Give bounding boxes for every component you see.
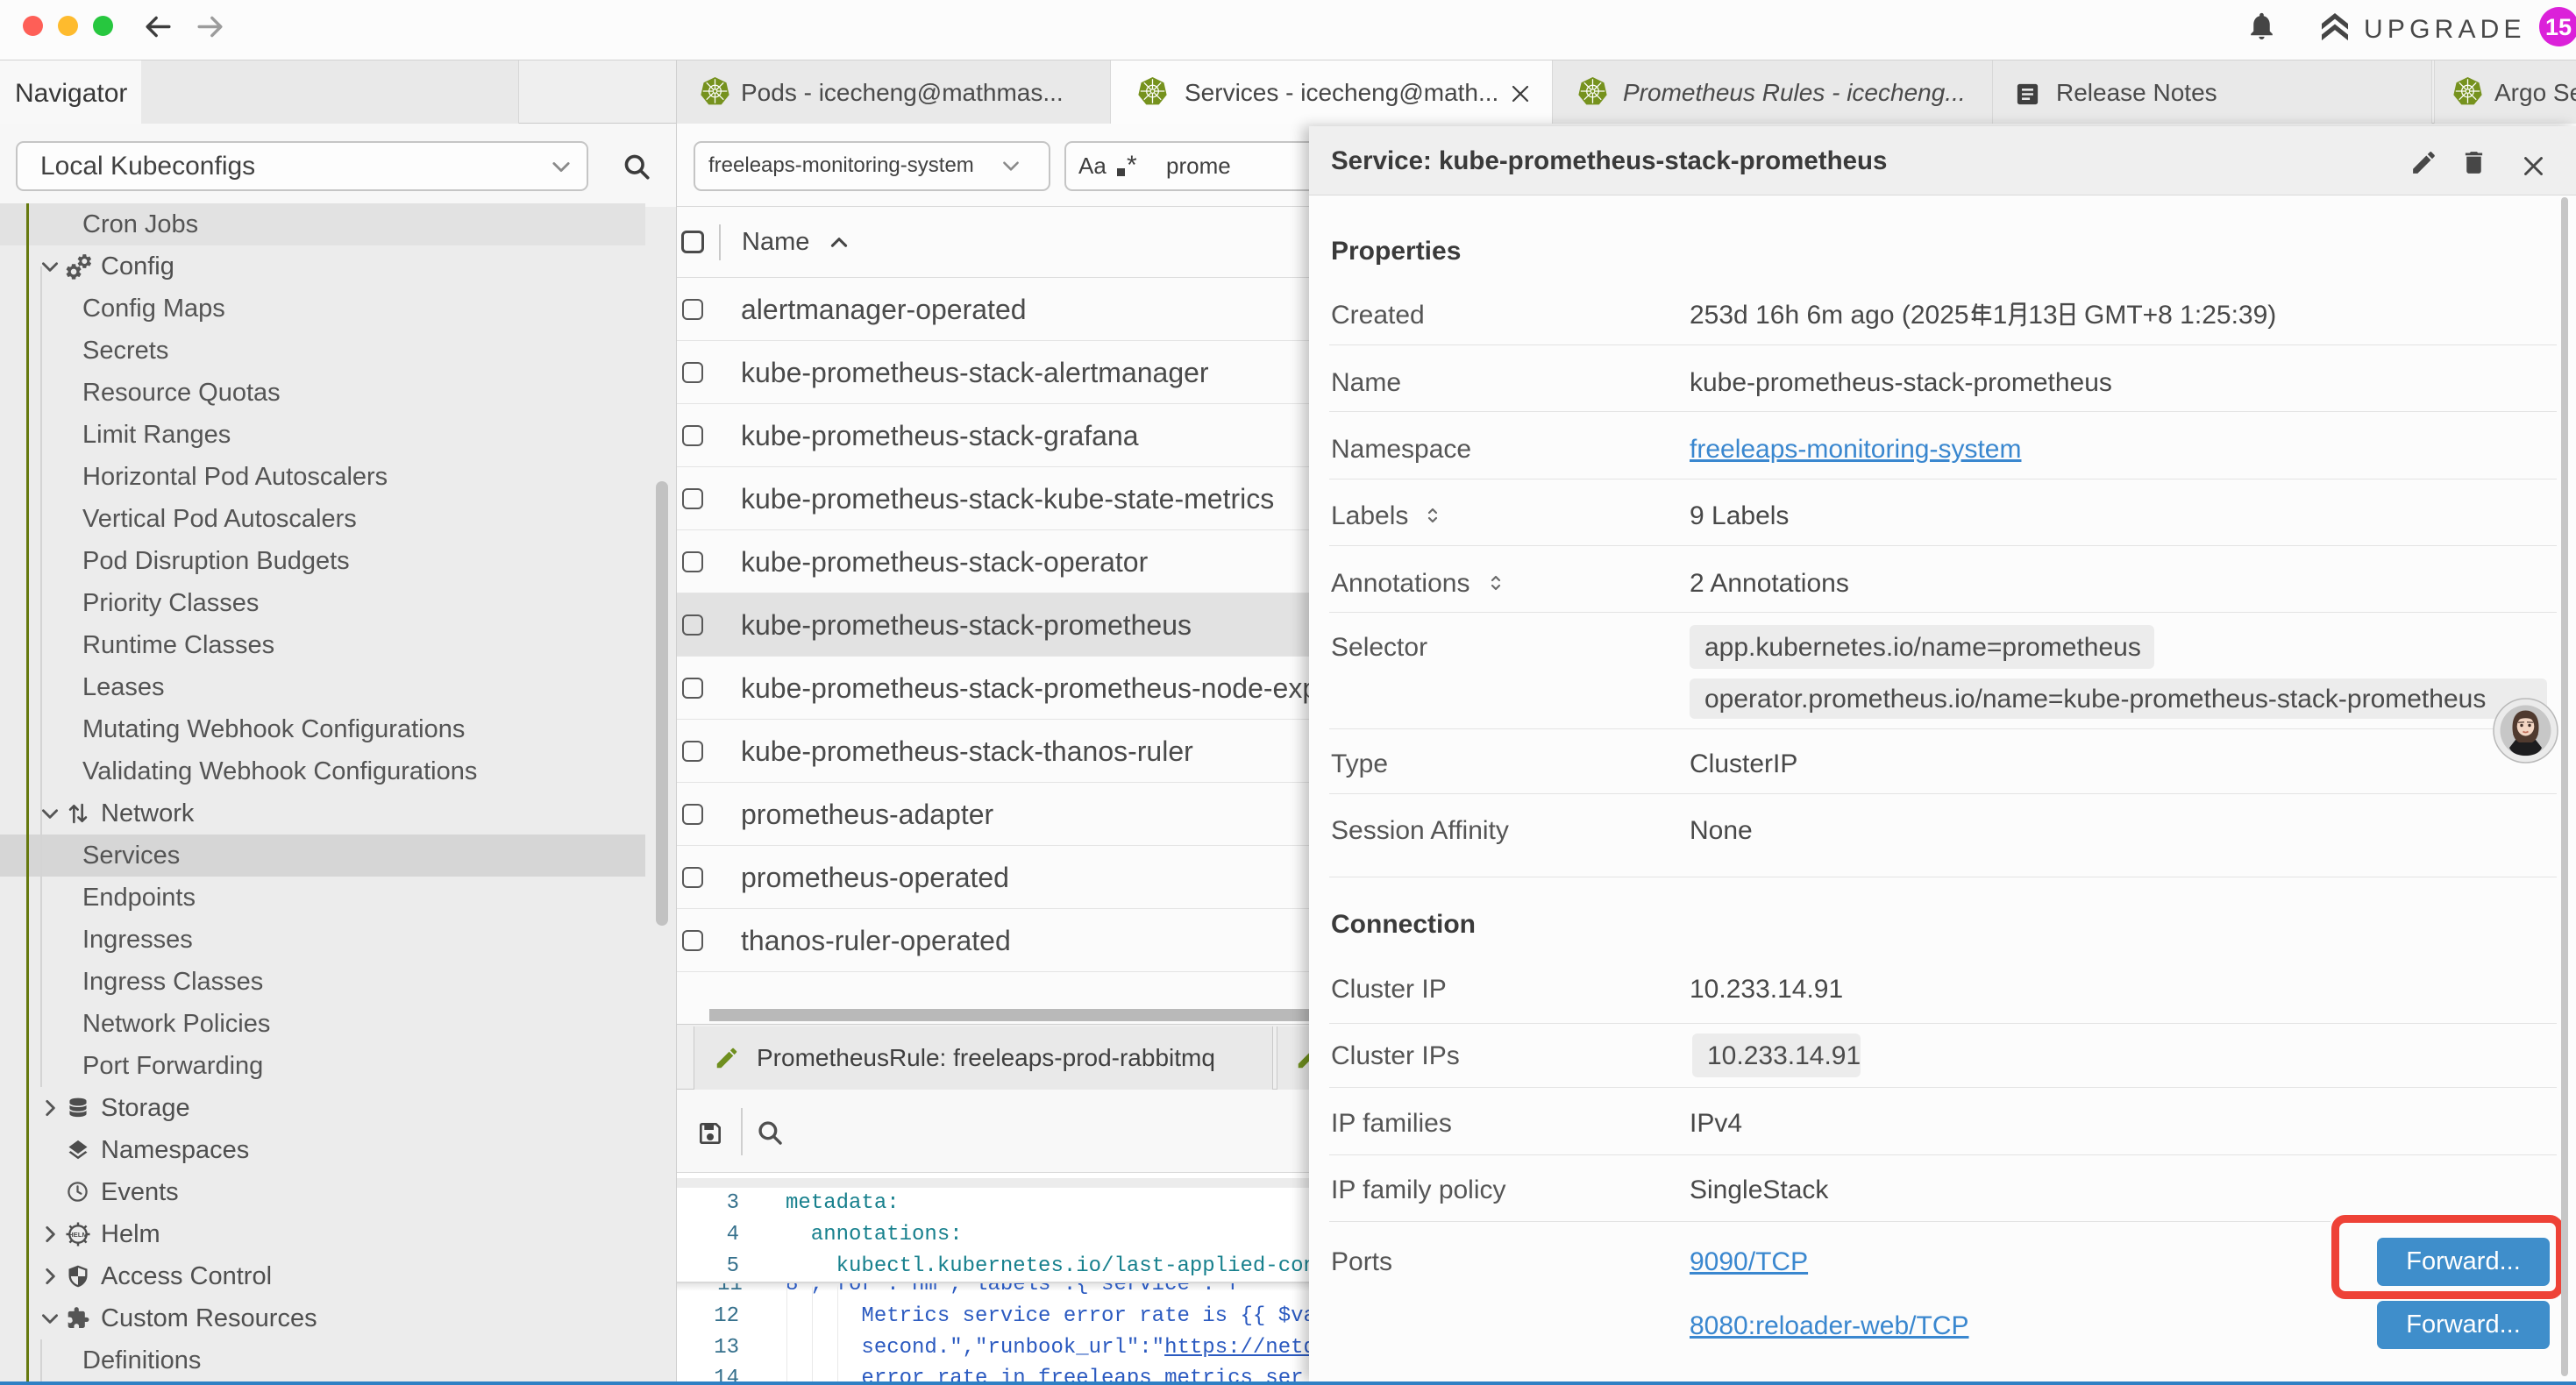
svg-text:*: * (1127, 154, 1137, 180)
svg-text:HELM: HELM (68, 1231, 88, 1239)
